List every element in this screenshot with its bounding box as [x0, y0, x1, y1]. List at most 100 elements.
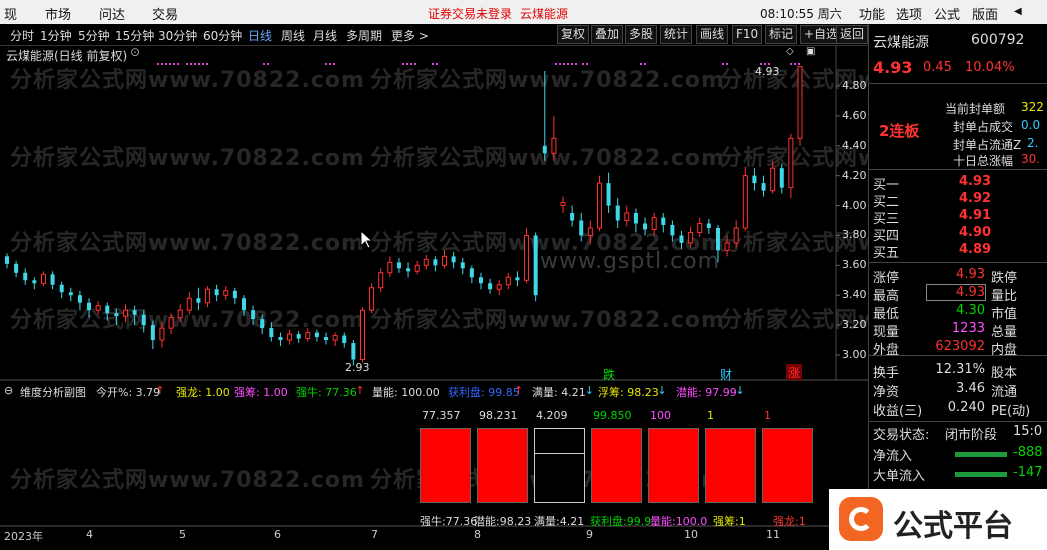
- x-axis-tick: 6: [274, 528, 281, 541]
- stat-label: 最高: [873, 289, 900, 304]
- indicator-value: 获利盘: 99.85: [448, 386, 520, 399]
- signal-dot: [582, 63, 584, 65]
- candle: [241, 295, 246, 317]
- quote-stock-name: 云煤能源: [873, 35, 929, 51]
- candle: [68, 287, 73, 302]
- bid-price[interactable]: 4.90: [959, 225, 991, 240]
- signal-dot: [173, 63, 175, 65]
- candle: [542, 71, 547, 161]
- indicator-value: 强龙: 1.00: [176, 386, 230, 399]
- candle: [697, 217, 703, 237]
- candle: [688, 226, 694, 248]
- stat-right-label: 跌停: [991, 271, 1018, 286]
- candle: [5, 253, 9, 269]
- candle: [332, 332, 338, 347]
- marker-zhang: 涨: [786, 364, 802, 380]
- candle: [342, 332, 347, 348]
- candle: [278, 332, 283, 347]
- candle: [287, 329, 293, 345]
- quote-percent: 10.04%: [965, 60, 1015, 75]
- indicator-value: 今开%: 3.79: [96, 386, 161, 399]
- signal-dot: [325, 63, 327, 65]
- candle: [615, 198, 620, 228]
- signal-dot: [165, 63, 167, 65]
- candle: [14, 260, 19, 278]
- stat2-value: 3.46: [956, 381, 985, 396]
- bid-price[interactable]: 4.89: [959, 242, 991, 257]
- indicator-box-value: 77.357: [422, 409, 461, 422]
- candle: [643, 217, 648, 236]
- seal-label-1: 当前封单额: [945, 102, 1006, 116]
- x-axis-tick: 5: [179, 528, 186, 541]
- seal-value-2: 0.0: [1021, 118, 1041, 132]
- candle: [752, 168, 757, 191]
- x-axis-tick: 9: [586, 528, 593, 541]
- chart-settings-icon[interactable]: ◇: [786, 46, 794, 57]
- signal-dot: [432, 63, 434, 65]
- bid-price[interactable]: 4.93: [959, 174, 991, 189]
- back-arrow-icon[interactable]: ◀: [1014, 6, 1022, 17]
- candle: [223, 286, 229, 300]
- candle: [314, 329, 319, 342]
- candle: [122, 304, 128, 323]
- stat-label: 现量: [873, 325, 900, 340]
- indicator-box: [762, 428, 813, 503]
- y-axis-tick: 3.00: [842, 348, 867, 361]
- indicator-arrow-icon: ↑: [155, 384, 165, 397]
- candle: [260, 314, 265, 335]
- y-axis-tick: 3.40: [842, 288, 867, 302]
- quote-panel: 云煤能源 600792 4.93 0.45 10.04% 2连板 当前封单额 3…: [868, 24, 1047, 550]
- candle: [132, 305, 137, 326]
- indicator-box: [420, 428, 471, 503]
- stat-value: 4.30: [956, 303, 985, 318]
- quote-stock-code: 600792: [971, 32, 1025, 48]
- candle: [186, 292, 192, 315]
- menu-options[interactable]: 选项: [896, 4, 922, 23]
- candle: [742, 166, 748, 231]
- candle: [761, 175, 766, 197]
- candle: [87, 298, 92, 318]
- signal-dot: [563, 63, 565, 65]
- indicator-footer-value: 量能:100.0: [650, 515, 708, 528]
- candle: [779, 163, 784, 194]
- signal-dot: [177, 63, 179, 65]
- menu-formula[interactable]: 公式: [934, 4, 960, 23]
- bid-label: 买五: [873, 246, 900, 261]
- signal-dot: [402, 63, 404, 65]
- logo-mark-icon: [839, 497, 883, 541]
- net-inflow-bar: [955, 452, 1007, 457]
- stat2-value: 0.240: [947, 400, 985, 415]
- candle: [442, 250, 448, 269]
- candle: [150, 320, 155, 350]
- candle: [469, 265, 474, 284]
- signal-dot: [157, 63, 159, 65]
- y-axis-tick: 3.80: [842, 228, 867, 242]
- candle: [788, 133, 794, 199]
- signal-dot: [726, 63, 728, 65]
- candle: [633, 208, 638, 233]
- indicator-box-value: 98.231: [479, 409, 518, 422]
- signal-dot: [190, 63, 192, 65]
- menu-layout[interactable]: 版面: [972, 4, 998, 23]
- stat2-label: 换手: [873, 366, 900, 381]
- bid-price[interactable]: 4.91: [959, 208, 991, 223]
- signal-dot: [559, 63, 561, 65]
- candle: [706, 219, 711, 234]
- chart-close-icon[interactable]: ▣: [806, 46, 815, 57]
- candle: [387, 256, 393, 278]
- quote-change: 0.45: [923, 60, 952, 75]
- bid-price[interactable]: 4.92: [959, 191, 991, 206]
- candle: [168, 313, 174, 335]
- indicator-title: 维度分析副图: [20, 386, 86, 399]
- indicator-box: [591, 428, 642, 503]
- candle: [624, 205, 630, 227]
- indicator-footer-value: 获利盘:99.9: [590, 515, 652, 528]
- net-inflow-value: -888: [1013, 445, 1043, 460]
- indicator-value: 量能: 100.00: [372, 386, 440, 399]
- x-axis-tick: 11: [766, 528, 780, 541]
- indicator-box: [705, 428, 756, 503]
- candle: [269, 322, 274, 342]
- stat-right-label: 市值: [991, 307, 1018, 322]
- candle: [579, 213, 584, 242]
- indicator-collapse-icon[interactable]: ⊖: [4, 384, 13, 397]
